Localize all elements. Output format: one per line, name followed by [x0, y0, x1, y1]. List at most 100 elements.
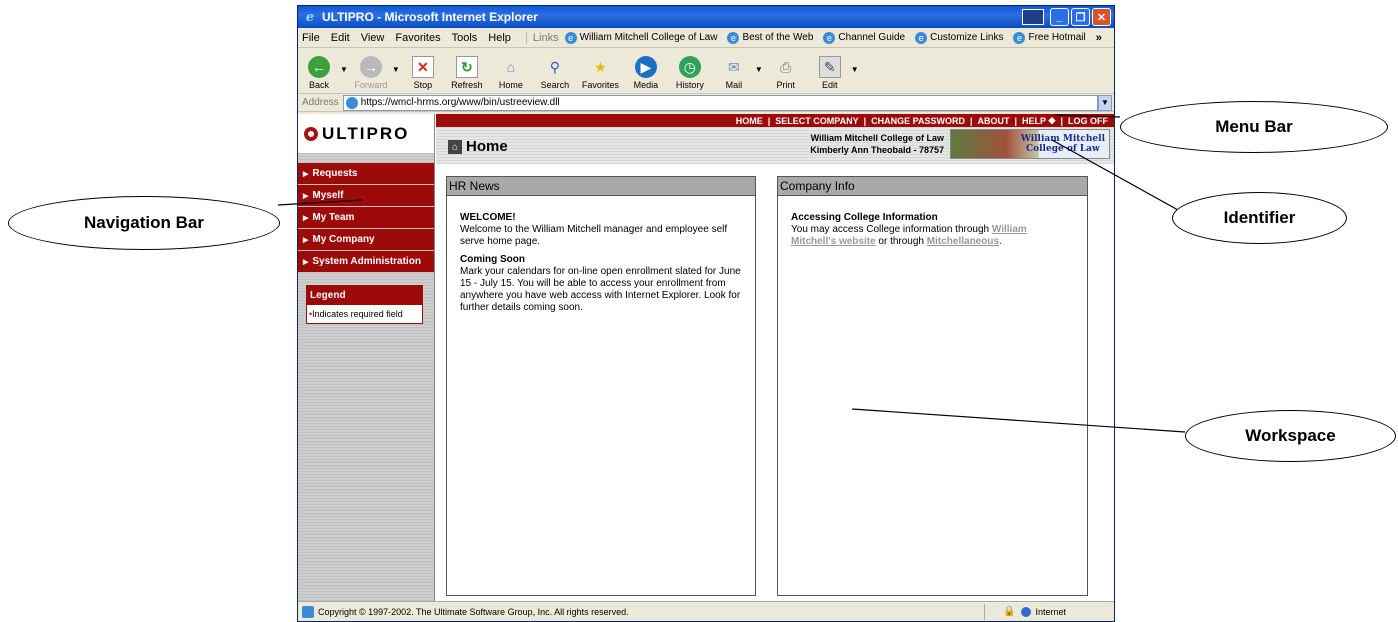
- page-icon: [345, 96, 358, 109]
- stop-icon: ✕: [411, 56, 434, 78]
- coming-soon-text: Mark your calendars for on-line open enr…: [460, 266, 741, 313]
- stop-button[interactable]: ✕ Stop: [406, 56, 440, 90]
- browser-toolbar: ← Back ▼ → Forward ▼ ✕ Stop ↻ Refresh ⌂ Home …: [298, 48, 1114, 94]
- callout-navigation-bar: Navigation Bar: [8, 196, 280, 250]
- menu-edit[interactable]: Edit: [331, 32, 350, 44]
- refresh-button[interactable]: ↻ Refresh: [450, 56, 484, 90]
- link-customize-links[interactable]: e Customize Links: [915, 31, 1004, 44]
- back-dropdown-icon[interactable]: ▼: [340, 65, 348, 74]
- print-button[interactable]: ⎙ Print: [769, 56, 803, 91]
- page-icon: [302, 605, 314, 618]
- security-zone: 🔒 Internet: [984, 603, 1114, 620]
- edit-dropdown-icon[interactable]: ▼: [851, 65, 859, 74]
- mail-icon: ✉: [727, 58, 740, 75]
- lock-icon: 🔒: [1003, 606, 1016, 617]
- back-label: Back: [308, 80, 329, 90]
- app-menu-bar: HOME | SELECT COMPANY | CHANGE PASSWORD | A…: [436, 114, 1114, 127]
- topnav-about[interactable]: ABOUT: [977, 116, 1009, 126]
- mitchellaneous-link[interactable]: Mitchellaneous: [927, 236, 999, 247]
- link-free-hotmail[interactable]: e Free Hotmail: [1013, 31, 1086, 44]
- page-icon: e: [823, 31, 836, 44]
- topnav-help[interactable]: HELP: [1022, 116, 1046, 126]
- address-label: Address: [302, 97, 339, 108]
- legend-text: Indicates required field: [312, 309, 403, 319]
- printer-icon: ⎙: [780, 58, 792, 75]
- info-text: You may access College information throu…: [791, 224, 992, 235]
- menu-tools[interactable]: Tools: [452, 32, 478, 44]
- link-label: William Mitchell College of Law: [579, 32, 718, 43]
- mail-dropdown-icon[interactable]: ▼: [755, 65, 763, 74]
- nav-item-myself[interactable]: ▶ Myself: [298, 185, 434, 207]
- company-info-body: Accessing College Information You may ac…: [778, 196, 1087, 264]
- separator: |: [1060, 115, 1063, 126]
- restore-button[interactable]: ❐: [1071, 8, 1090, 26]
- topnav-log-off[interactable]: LOG OFF: [1068, 116, 1108, 126]
- separator: |: [969, 115, 973, 126]
- topnav-home[interactable]: HOME: [736, 116, 763, 126]
- company-info-title: Company Info: [778, 177, 1087, 196]
- forward-arrow-icon: →: [359, 56, 382, 78]
- link-channel-guide[interactable]: e Channel Guide: [823, 31, 906, 44]
- hr-news-title: HR News: [447, 177, 755, 196]
- legend-body: •Indicates required field: [307, 305, 422, 323]
- home-button[interactable]: ⌂ Home: [494, 56, 528, 90]
- address-input[interactable]: https://wmcl-hrms.org/www/bin/ustreeview…: [342, 94, 1098, 111]
- search-button[interactable]: ⚲ Search: [538, 56, 572, 91]
- refresh-label: Refresh: [451, 80, 483, 90]
- toolbar-toggle-icon[interactable]: [1022, 9, 1044, 25]
- link-best-of-web[interactable]: e Best of the Web: [727, 31, 814, 44]
- hr-news-body: WELCOME! Welcome to the William Mitchell…: [447, 196, 755, 330]
- nav-item-my-team[interactable]: ▶ My Team: [298, 207, 434, 229]
- nav-item-my-company[interactable]: ▶ My Company: [298, 229, 434, 251]
- edit-button[interactable]: ✎ Edit: [813, 56, 847, 90]
- identifier-company: William Mitchell College of Law: [810, 133, 944, 143]
- address-url: https://wmcl-hrms.org/www/bin/ustreeview…: [360, 97, 560, 108]
- history-button[interactable]: ◷ History: [673, 56, 707, 90]
- ie-logo-icon: e: [305, 9, 315, 25]
- link-label: Customize Links: [930, 32, 1004, 43]
- close-button[interactable]: ✕: [1092, 8, 1111, 26]
- menu-view[interactable]: View: [361, 32, 385, 44]
- status-bar: Copyright © 1997-2002. The Ultimate Soft…: [298, 601, 1114, 621]
- link-william-mitchell[interactable]: e William Mitchell College of Law: [564, 31, 718, 44]
- nav-label: My Team: [312, 212, 355, 223]
- globe-icon: [1021, 606, 1032, 617]
- menu-help[interactable]: Help: [488, 32, 511, 44]
- refresh-icon: ↻: [455, 56, 478, 78]
- nav-label: System Administration: [312, 256, 421, 267]
- forward-button[interactable]: → Forward: [354, 56, 388, 90]
- favorites-label: Favorites: [581, 80, 619, 90]
- menu-favorites[interactable]: Favorites: [395, 32, 440, 44]
- chevron-more-icon[interactable]: »: [1096, 32, 1102, 44]
- topnav-change-password[interactable]: CHANGE PASSWORD: [871, 116, 965, 126]
- identifier-user: Kimberly Ann Theobald - 78757: [810, 145, 944, 155]
- mail-button[interactable]: ✉ Mail: [717, 56, 751, 91]
- browser-menu-bar: File Edit View Favorites Tools Help Link…: [298, 28, 1114, 48]
- minimize-button[interactable]: _: [1050, 8, 1069, 26]
- hr-news-panel: HR News WELCOME! Welcome to the William …: [446, 176, 756, 596]
- navigation-bar: ▶ Requests ▶ Myself ▶ My Team ▶ My Company ▶…: [298, 163, 434, 273]
- page-title: Home: [466, 138, 508, 155]
- nav-label: Myself: [312, 190, 344, 201]
- menu-file[interactable]: File: [302, 32, 320, 44]
- back-button[interactable]: ← Back: [302, 56, 336, 90]
- favorites-button[interactable]: ★ Favorites: [581, 56, 619, 91]
- link-label: Channel Guide: [838, 32, 906, 43]
- media-button[interactable]: ▶ Media: [629, 56, 663, 90]
- nav-item-requests[interactable]: ▶ Requests: [298, 163, 434, 185]
- zone-label: Internet: [1035, 606, 1066, 617]
- separator: |: [863, 115, 867, 126]
- caret-right-icon: ▶: [303, 258, 309, 266]
- info-text: or through: [875, 236, 927, 247]
- address-dropdown-icon[interactable]: ▼: [1098, 94, 1112, 111]
- banner-line2: College of Law: [1025, 144, 1100, 154]
- link-label: Best of the Web: [742, 32, 814, 43]
- mail-label: Mail: [725, 80, 743, 90]
- window-title: ULTIPRO - Microsoft Internet Explorer: [322, 10, 538, 24]
- forward-label: Forward: [354, 80, 388, 90]
- callout-menu-bar: Menu Bar: [1120, 101, 1388, 153]
- nav-item-system-administration[interactable]: ▶ System Administration: [298, 251, 434, 273]
- forward-dropdown-icon[interactable]: ▼: [392, 65, 400, 74]
- help-diamond-icon: ◆: [1048, 115, 1056, 125]
- topnav-select-company[interactable]: SELECT COMPANY: [775, 116, 858, 126]
